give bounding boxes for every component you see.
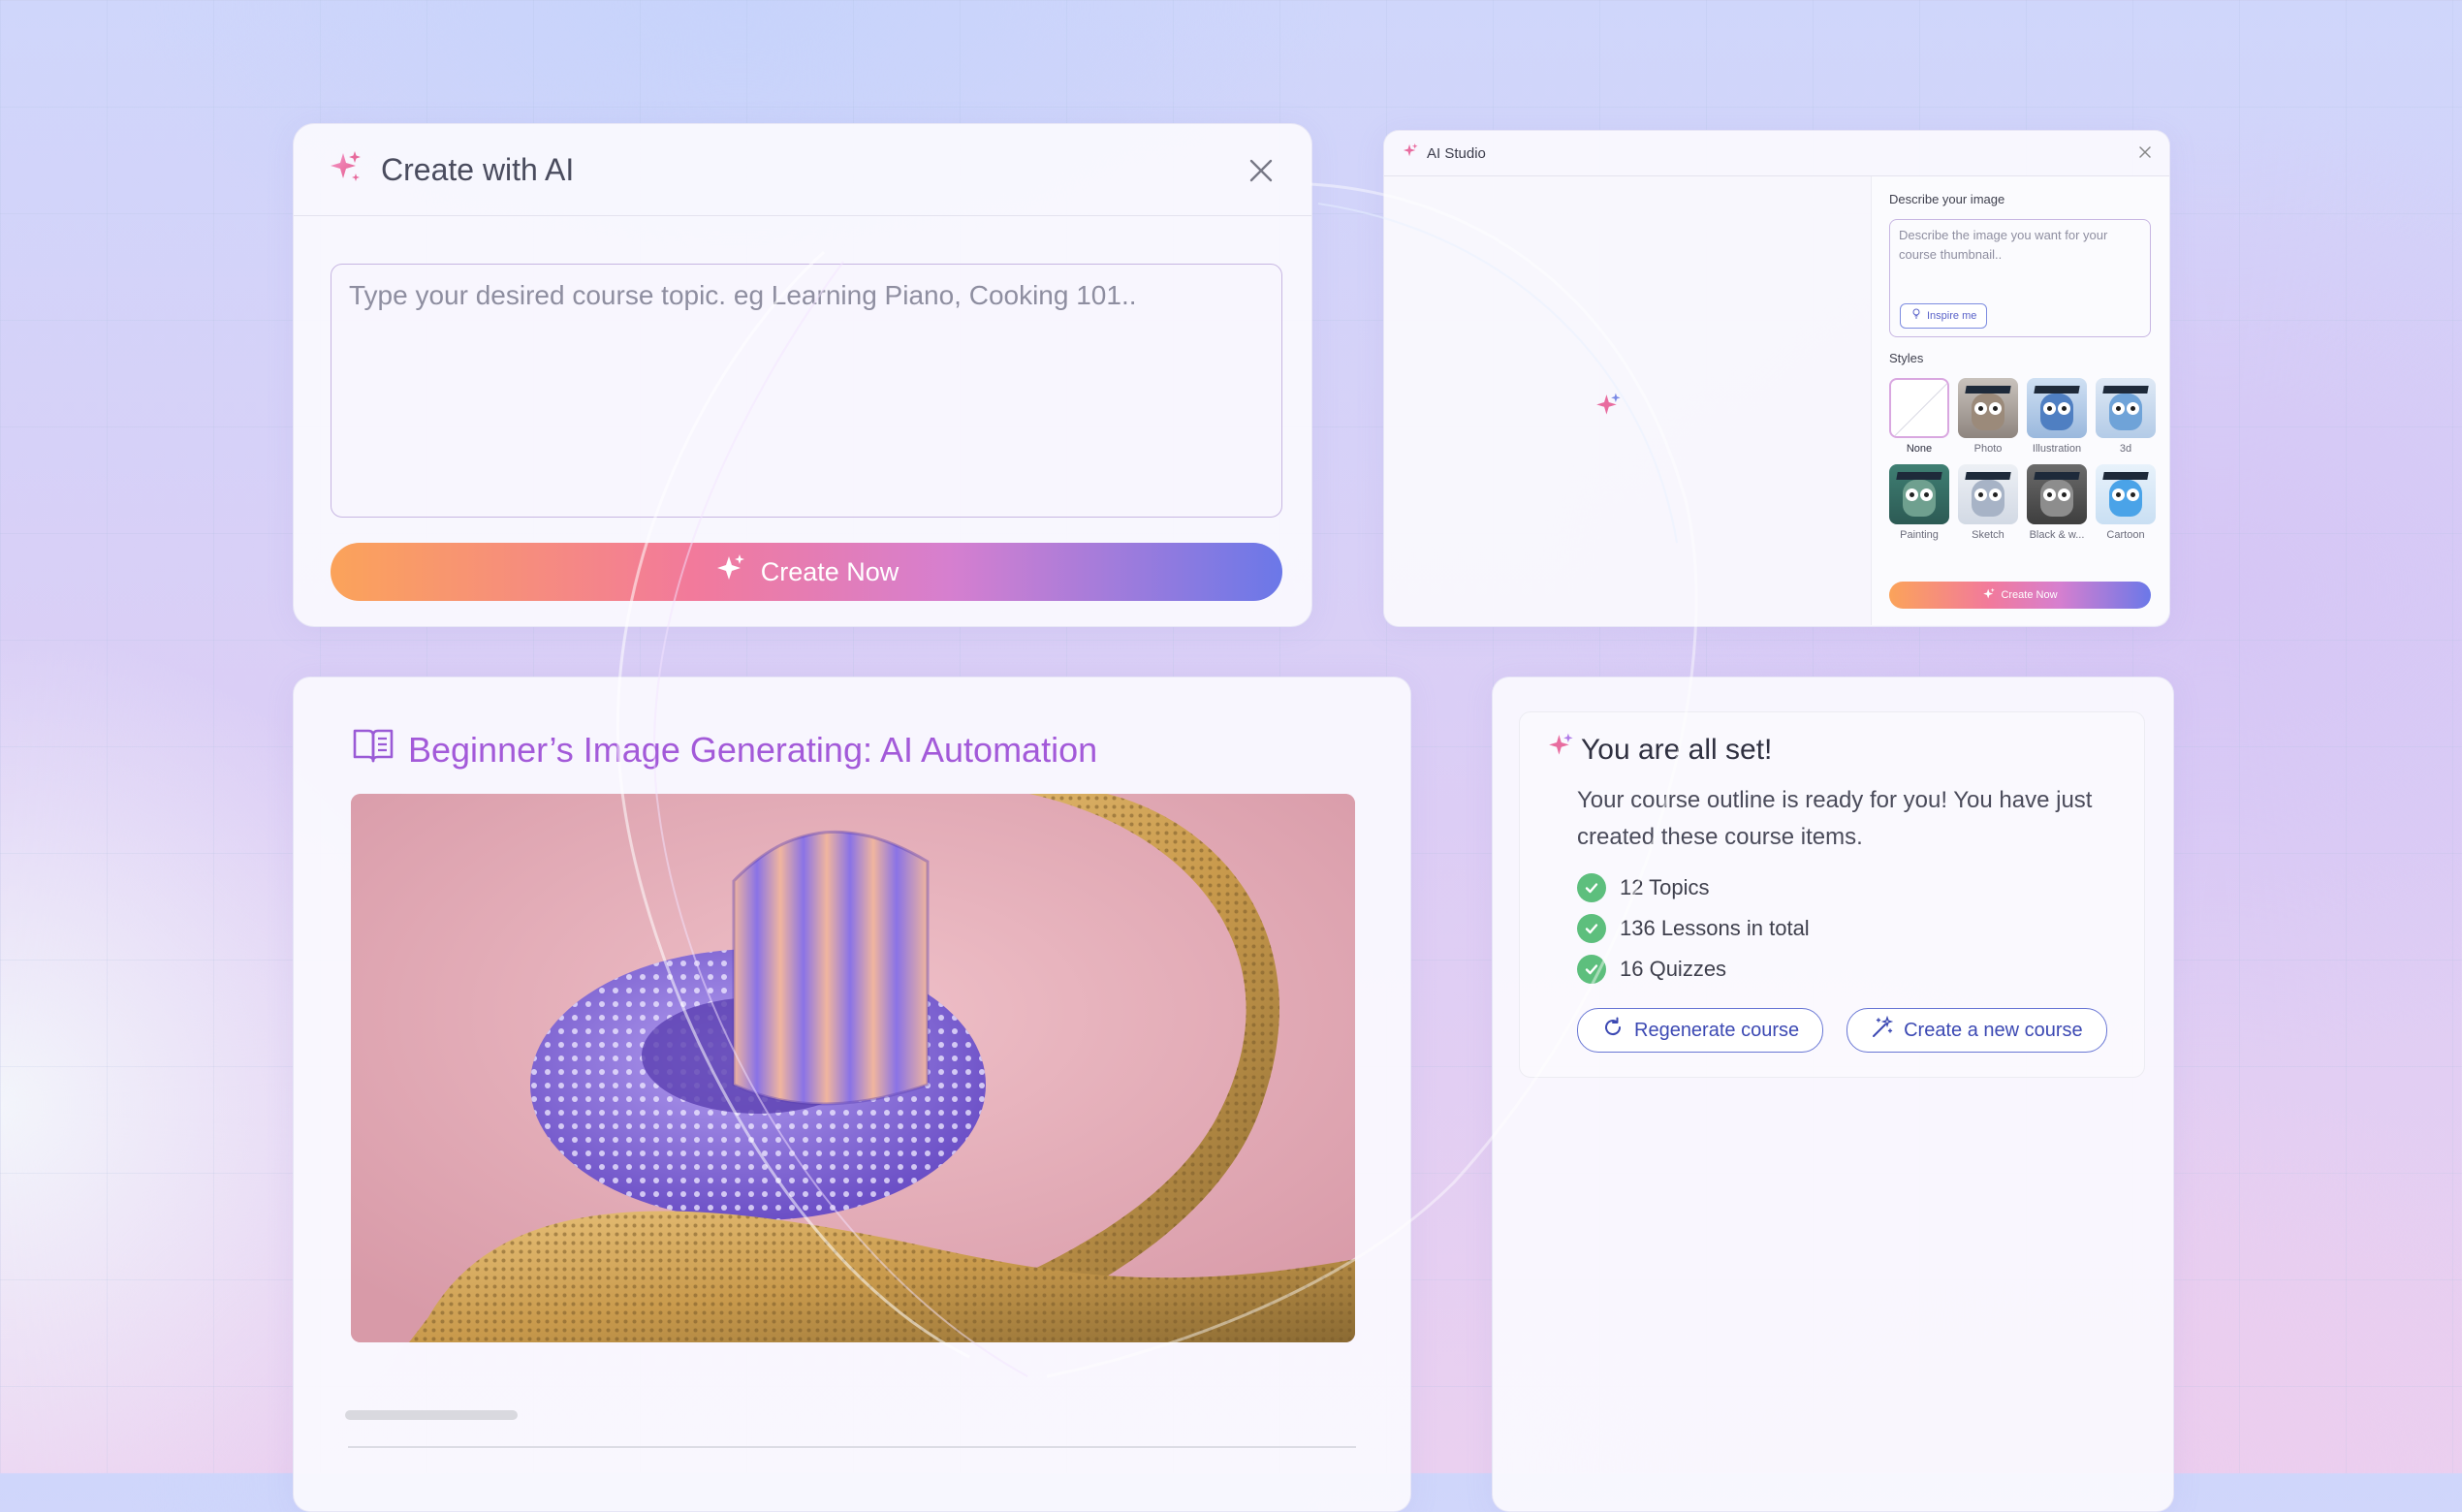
style-option-illustration[interactable]: Illustration (2027, 378, 2087, 455)
inspire-me-button[interactable]: Inspire me (1900, 303, 1988, 329)
style-thumb-none (1889, 378, 1949, 438)
style-option-cartoon[interactable]: Cartoon (2096, 464, 2156, 541)
describe-image-input[interactable]: Describe the image you want for your cou… (1889, 219, 2151, 337)
style-option-photo[interactable]: Photo (1958, 378, 2018, 455)
refresh-icon (1601, 1016, 1634, 1045)
create-now-label: Create Now (760, 556, 900, 586)
sparkle-icon (1594, 392, 1623, 425)
sparkle-icon (714, 552, 761, 592)
style-label: Illustration (2032, 443, 2082, 455)
owl-3d-thumb (2096, 378, 2156, 438)
styles-label: Styles (1889, 351, 1924, 365)
style-label: Cartoon (2106, 529, 2145, 541)
studio-create-now-button[interactable]: Create Now (1889, 582, 2151, 609)
create-with-ai-dialog: Create with AI Type your desired course … (293, 123, 1312, 627)
magic-wand-icon (1871, 1015, 1904, 1045)
check-circle-icon (1577, 873, 1606, 902)
owl-painting-thumb (1889, 464, 1949, 524)
lightbulb-icon (1910, 306, 1927, 326)
inspire-me-label: Inspire me (1927, 310, 1977, 322)
item-label: 136 Lessons in total (1620, 916, 1810, 940)
owl-cartoon-thumb (2096, 464, 2156, 524)
summary-title-row: You are all set! (1546, 732, 1772, 769)
check-circle-icon (1577, 955, 1606, 984)
owl-photo-thumb (1958, 378, 2018, 438)
course-topic-placeholder: Type your desired course topic. eg Learn… (349, 280, 1137, 310)
create-now-button[interactable]: Create Now (331, 543, 1282, 601)
create-new-course-label: Create a new course (1904, 1019, 2083, 1041)
summary-card: You are all set! Your course outline is … (1519, 711, 2145, 1078)
course-preview-panel: Beginner’s Image Generating: AI Automati… (293, 677, 1411, 1512)
summary-title: You are all set! (1581, 734, 1773, 766)
sparkle-icon (1982, 587, 2001, 604)
item-label: 16 Quizzes (1620, 957, 1727, 981)
regenerate-course-label: Regenerate course (1634, 1019, 1800, 1041)
describe-label: Describe your image (1889, 192, 2005, 206)
ai-studio-title: AI Studio (1427, 144, 1486, 162)
style-label: Painting (1900, 529, 1939, 541)
styles-grid: None Photo Illustration 3d Painting Sket… (1889, 378, 2164, 541)
book-icon (352, 726, 408, 773)
style-option-sketch[interactable]: Sketch (1958, 464, 2018, 541)
course-title: Beginner’s Image Generating: AI Automati… (408, 729, 1098, 770)
style-label: None (1906, 443, 1933, 455)
style-label: 3d (2119, 443, 2132, 455)
created-items-list: 12 Topics 136 Lessons in total 16 Quizze… (1577, 867, 1810, 990)
sparkle-icon (1402, 142, 1427, 164)
ai-studio-sidebar: Describe your image Describe the image y… (1871, 176, 2169, 625)
style-option-painting[interactable]: Painting (1889, 464, 1949, 541)
item-label: 12 Topics (1620, 875, 1710, 899)
divider (348, 1446, 1356, 1448)
image-preview-canvas (1384, 176, 1870, 625)
ai-studio-header: AI Studio (1384, 131, 2169, 176)
summary-message: Your course outline is ready for you! Yo… (1577, 787, 2093, 850)
describe-placeholder: Describe the image you want for your cou… (1899, 228, 2108, 262)
style-label: Sketch (1972, 529, 2004, 541)
style-option-none[interactable]: None (1889, 378, 1949, 455)
course-topic-input[interactable]: Type your desired course topic. eg Learn… (331, 264, 1282, 518)
summary-panel: You are all set! Your course outline is … (1492, 677, 2174, 1512)
dialog-header: Create with AI (294, 124, 1311, 216)
style-label: Photo (1973, 443, 2003, 455)
sparkle-icon (327, 149, 363, 191)
loading-placeholder-bar (345, 1410, 518, 1420)
summary-actions: Regenerate course Create a new course (1577, 1008, 2131, 1053)
owl-black-white-thumb (2027, 464, 2087, 524)
dialog-title: Create with AI (381, 151, 575, 187)
style-label: Black & w... (2029, 529, 2085, 541)
course-thumbnail-image (351, 794, 1355, 1342)
regenerate-course-button[interactable]: Regenerate course (1577, 1008, 1824, 1053)
studio-create-now-label: Create Now (2001, 589, 2058, 601)
ai-studio-window: AI Studio Describe your image Describe t… (1383, 130, 2170, 627)
list-item: 12 Topics (1577, 867, 1810, 908)
create-new-course-button[interactable]: Create a new course (1846, 1008, 2107, 1053)
check-circle-icon (1577, 914, 1606, 943)
sparkle-icon (1546, 732, 1581, 769)
list-item: 16 Quizzes (1577, 949, 1810, 990)
close-icon[interactable] (1247, 157, 1275, 184)
close-icon[interactable] (2138, 145, 2152, 159)
style-option-black-white[interactable]: Black & w... (2027, 464, 2087, 541)
owl-sketch-thumb (1958, 464, 2018, 524)
style-option-3d[interactable]: 3d (2096, 378, 2156, 455)
course-title-row: Beginner’s Image Generating: AI Automati… (352, 726, 1097, 773)
list-item: 136 Lessons in total (1577, 908, 1810, 949)
owl-illustration-thumb (2027, 378, 2087, 438)
